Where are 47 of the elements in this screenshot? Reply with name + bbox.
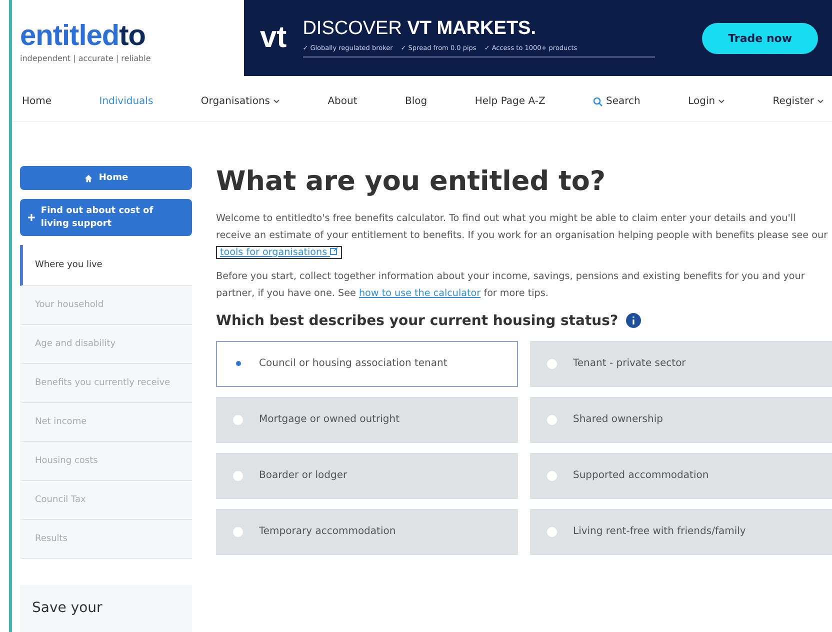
radio-button[interactable]	[547, 414, 557, 425]
register-link[interactable]: Register	[772, 96, 824, 107]
before-paragraph: Before you start, collect together information about your income, savings, pensions and existing benefits for you and your partner, if you have one. See how to use the calculator for more tips.	[216, 270, 806, 302]
logo-tagline: independent | accurate | reliable	[20, 54, 152, 63]
nav-link[interactable]: Individuals	[99, 96, 154, 107]
logo[interactable]: entitledto	[20, 20, 226, 53]
page-title: What are you entitled to?	[216, 166, 607, 197]
cost-of-living-button[interactable]: Find out about cost of living support	[20, 199, 192, 236]
calculator-help-link[interactable]: how to use the calculator	[358, 288, 481, 300]
housing-option[interactable]: Council or housing association tenant	[216, 340, 518, 387]
home-button[interactable]: Home	[20, 166, 192, 190]
radio-button[interactable]	[547, 470, 557, 481]
housing-option[interactable]: Shared ownership	[530, 396, 832, 443]
search-icon	[593, 96, 604, 106]
login-link[interactable]: Login	[688, 96, 726, 107]
housing-option[interactable]: Mortgage or owned outright	[216, 396, 518, 443]
home-icon	[84, 174, 93, 182]
radio-button[interactable]	[233, 414, 243, 425]
search-link[interactable]: Search	[593, 96, 640, 107]
advert-logo: vt	[260, 21, 287, 55]
caret-icon	[273, 99, 280, 104]
advert-headline: DISCOVER VT MARKETS.	[302, 18, 537, 40]
nav-link[interactable]: Blog	[405, 96, 428, 107]
trade-button[interactable]: Trade now	[702, 22, 818, 54]
question-heading: Which best describes your current housing status?	[216, 312, 618, 329]
info-icon[interactable]	[626, 313, 642, 328]
housing-option[interactable]: Tenant - private sector	[530, 340, 832, 387]
save-title: Save your	[32, 600, 102, 616]
nav-link[interactable]: Organisations	[200, 96, 280, 107]
housing-option[interactable]: Temporary accommodation	[216, 508, 518, 555]
organisations-link[interactable]: tools for organisations	[216, 246, 342, 259]
radio-button[interactable]	[233, 526, 243, 537]
radio-button[interactable]	[547, 526, 557, 537]
intro-paragraph: Welcome to entitledto's free benefits calculator. To find out what you might be able to claim enter your details and you'll receive an estimate of your entitlement to benefits. If you work for an organisation helping people with benefits please see our tools for organisations	[216, 212, 829, 261]
nav-link[interactable]: Home	[22, 96, 52, 107]
external-link-icon	[330, 246, 338, 255]
housing-option[interactable]: Living rent-free with friends/family	[530, 508, 832, 555]
step-item[interactable]: Where you live	[20, 245, 192, 286]
plus-icon	[28, 213, 35, 222]
caret-icon	[718, 99, 726, 104]
nav-link[interactable]: Help Page A-Z	[474, 96, 546, 107]
housing-option[interactable]: Supported accommodation	[530, 452, 832, 499]
housing-option[interactable]: Boarder or lodger	[216, 452, 518, 499]
radio-button[interactable]	[233, 470, 243, 481]
nav-link[interactable]: About	[328, 96, 358, 107]
caret-icon	[816, 99, 824, 104]
radio-button[interactable]	[547, 358, 557, 369]
